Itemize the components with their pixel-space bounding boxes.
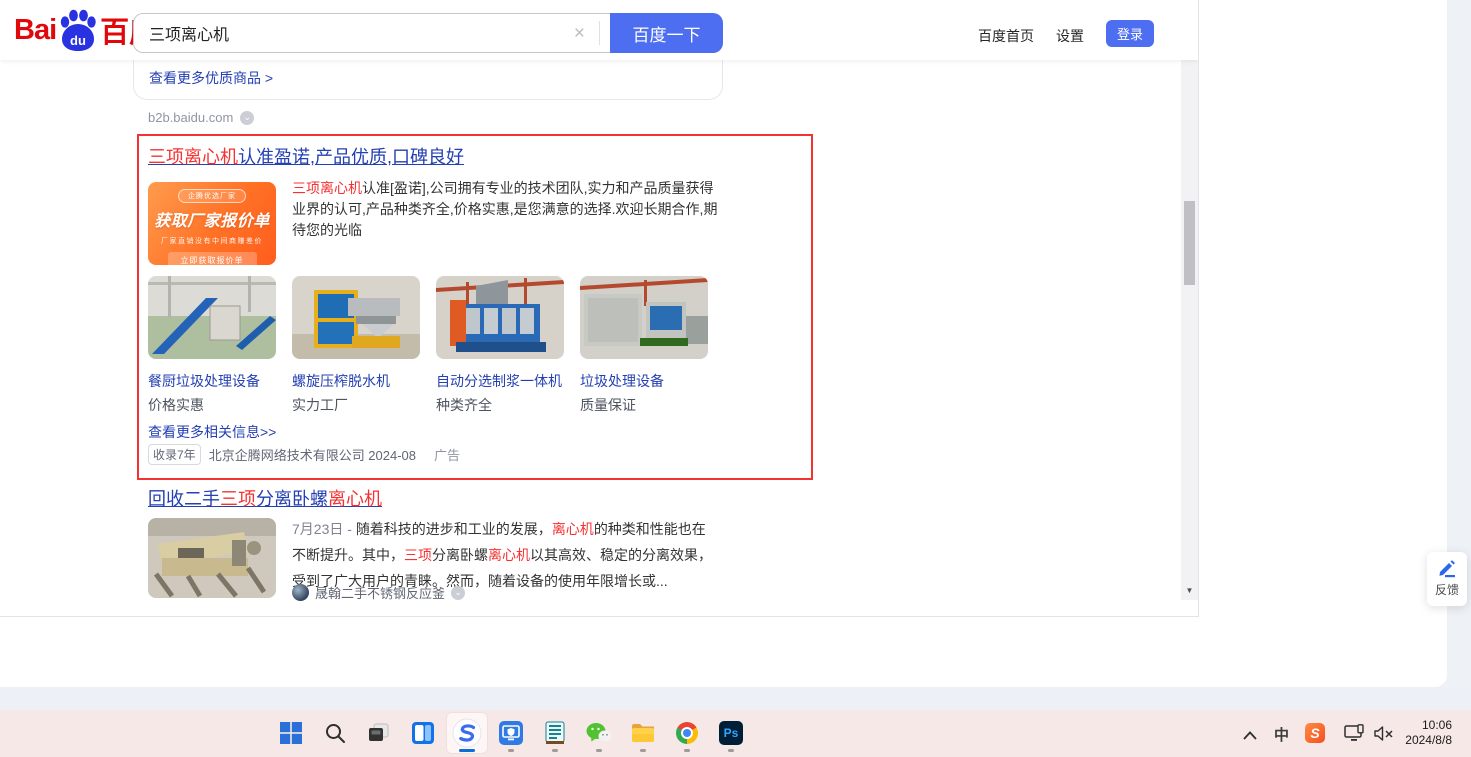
clock-date: 2024/8/8 [1405,733,1452,747]
nav-settings-link[interactable]: 设置 [1056,26,1084,46]
running-indicator [552,749,558,752]
baidu-paw-icon: du [57,8,99,52]
taskbar-pinned-icons: Ps [271,713,755,753]
clear-search-icon[interactable]: × [568,24,591,43]
site-badge-icon[interactable]: ⌄ [451,585,466,600]
running-indicator [728,749,734,752]
running-indicator [640,749,646,752]
search-box: × [133,13,610,53]
input-method-chinese-icon[interactable]: 中 [1274,724,1289,745]
source-site-name: 晟翰二手不锈钢反应釜 [315,586,446,601]
product-thumb-image[interactable] [436,276,564,359]
banner-headline: 获取厂家报价单 [154,213,270,230]
banner-pill-label: 企腾优选厂家 [178,189,246,203]
ad-advertiser: 北京企腾网络技术有限公司 2024-08 [208,448,417,463]
running-indicator [684,749,690,752]
windows-taskbar: Ps 中 S 10:06 2024/8/8 [0,710,1471,757]
login-button[interactable]: 登录 [1106,20,1154,47]
product-thumb-image[interactable] [148,276,276,359]
file-explorer-icon[interactable] [623,713,663,753]
running-indicator [596,749,602,752]
source-avatar [292,584,309,601]
notepad-icon[interactable] [535,713,575,753]
product-card-caption: 实力工厂 [292,397,348,413]
scrollbar-thumb[interactable] [1184,201,1195,285]
nav-baidu-home-link[interactable]: 百度首页 [978,26,1034,46]
product-thumb-image[interactable] [580,276,708,359]
previous-result-source-row: b2b.baidu.com ⌄ [148,110,255,125]
sogou-pinyin-icon[interactable]: S [1305,723,1325,743]
svg-text:du: du [70,33,86,48]
indexed-years-badge: 收录7年 [148,444,201,465]
product-card-caption: 种类齐全 [436,397,492,413]
organic-result-thumb-image[interactable] [148,518,276,598]
search-divider [599,21,600,45]
product-card-link[interactable]: 螺旋压榨脱水机 [292,371,390,391]
hidden-icons-chevron[interactable] [1243,727,1257,745]
volume-muted-icon[interactable] [1374,726,1394,746]
product-card-caption: 价格实惠 [148,397,204,413]
search-icon[interactable] [315,713,355,753]
source-domain: b2b.baidu.com [148,110,234,125]
windows-start-icon[interactable] [271,713,311,753]
product-card-caption: 质量保证 [580,397,636,413]
chrome-icon[interactable] [667,713,707,753]
ad-result-red-outline: 三项离心机认准盈诺,产品优质,口碑良好 企腾优选厂家 获取厂家报价单 厂家直销没… [137,134,813,480]
ad-label: 广告 [434,448,461,463]
widgets-icon[interactable] [403,713,443,753]
search-input[interactable] [134,23,568,43]
desktop-screen: 查看更多优质商品 > b2b.baidu.com ⌄ 三项离心机认准盈诺,产品优… [0,0,1471,757]
product-thumb-image[interactable] [292,276,420,359]
banner-cta-button[interactable]: 立即获取报价单 [167,252,257,265]
sogou-browser-icon[interactable] [447,713,487,753]
active-app-indicator [459,749,475,752]
product-card-link[interactable]: 餐厨垃圾处理设备 [148,371,260,391]
running-indicator [508,749,514,752]
scroll-down-arrow[interactable]: ▼ [1181,584,1198,598]
ad-banner-image[interactable]: 企腾优选厂家 获取厂家报价单 厂家直销没有中间商赚差价 立即获取报价单 [148,182,276,265]
more-info-link[interactable]: 查看更多相关信息>> [148,422,276,442]
product-card-link[interactable]: 自动分选制浆一体机 [436,371,562,391]
baidu-results-page: 查看更多优质商品 > b2b.baidu.com ⌄ 三项离心机认准盈诺,产品优… [0,0,1199,617]
ad-description: 三项离心机认准[盈诺],公司拥有专业的技术团队,实力和产品质量获得业界的认可,产… [292,180,718,238]
feedback-button[interactable]: 反馈 [1427,552,1467,606]
organic-source-row: 晟翰二手不锈钢反应釜 ⌄ [292,583,466,602]
organic-result-title-link[interactable]: 回收二手三项分离卧螺离心机 [148,489,382,509]
taskbar-clock[interactable]: 10:06 2024/8/8 [1405,718,1452,748]
baidu-search-button[interactable]: 百度一下 [610,13,723,53]
ad-source-row: 收录7年 北京企腾网络技术有限公司 2024-08 广告 [148,444,460,465]
wechat-icon[interactable] [579,713,619,753]
baidu-logo-bai: Bai [14,13,57,46]
search-header: Bai du 百度 × [0,0,1198,60]
page-scrollbar[interactable]: ▲ ▼ [1181,0,1198,600]
ad-result-title-link[interactable]: 三项离心机认准盈诺,产品优质,口碑良好 [148,147,464,167]
banner-subline: 厂家直销没有中间商赚差价 [161,238,263,245]
product-card-link[interactable]: 垃圾处理设备 [580,371,664,391]
display-device-icon[interactable] [1344,724,1366,748]
task-view-icon[interactable] [359,713,399,753]
browser-window: 查看更多优质商品 > b2b.baidu.com ⌄ 三项离心机认准盈诺,产品优… [0,0,1447,687]
pencil-icon [1439,560,1455,578]
security-center-icon[interactable] [491,713,531,753]
photoshop-icon[interactable]: Ps [711,713,751,753]
site-badge-icon[interactable]: ⌄ [240,110,255,125]
clock-time: 10:06 [1421,718,1452,732]
feedback-label: 反馈 [1434,583,1459,597]
see-more-products-link[interactable]: 查看更多优质商品 > [149,68,273,88]
desktop-bottom-band [0,687,1471,710]
